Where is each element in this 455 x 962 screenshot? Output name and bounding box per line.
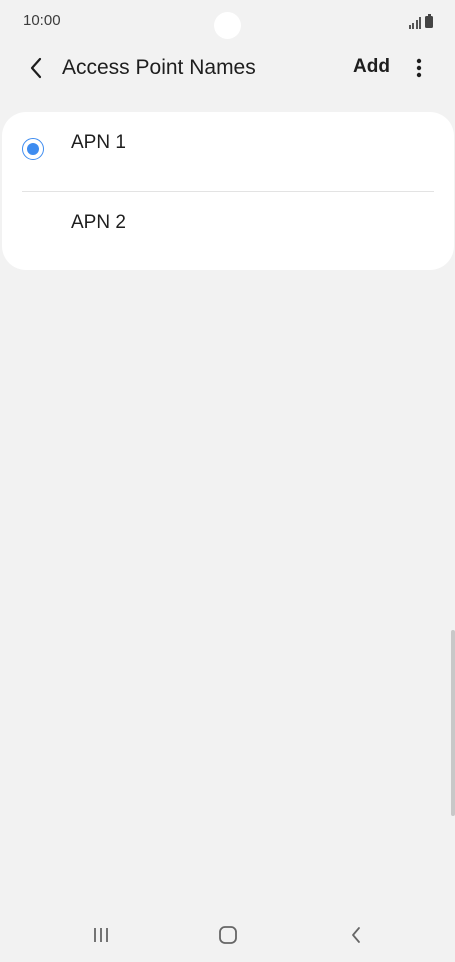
more-vertical-icon — [416, 58, 422, 78]
more-options-button[interactable] — [408, 54, 430, 82]
navigation-bar — [0, 908, 455, 962]
status-time: 10:00 — [23, 12, 61, 29]
apn-label: APN 1 — [71, 132, 126, 153]
apn-list-item[interactable]: APN 1 — [2, 112, 454, 190]
status-bar: 10:00 — [0, 0, 455, 44]
page-title: Access Point Names — [62, 56, 256, 79]
signal-icon — [408, 15, 421, 29]
front-camera-cutout — [214, 12, 241, 39]
recent-apps-button[interactable] — [88, 922, 114, 948]
home-button[interactable] — [214, 921, 242, 949]
chevron-left-icon — [30, 57, 42, 79]
apn-list: APN 1 APN 2 — [2, 112, 454, 270]
system-back-button[interactable] — [342, 921, 370, 949]
radio-selected[interactable] — [22, 138, 44, 160]
home-icon — [219, 926, 237, 944]
add-button[interactable]: Add — [353, 56, 390, 78]
status-icons — [408, 13, 433, 29]
radio-dot — [27, 143, 39, 155]
phone-screen: 10:00 Access Point Names Add APN 1 APN 2 — [0, 0, 455, 962]
apn-list-item[interactable]: APN 2 — [2, 192, 454, 270]
back-button[interactable] — [20, 52, 52, 84]
apn-label: APN 2 — [71, 212, 126, 233]
scrollbar[interactable] — [451, 630, 455, 816]
recent-apps-icon — [94, 928, 108, 942]
app-bar: Access Point Names Add — [0, 44, 455, 92]
back-icon — [352, 927, 360, 943]
battery-icon — [425, 14, 433, 28]
